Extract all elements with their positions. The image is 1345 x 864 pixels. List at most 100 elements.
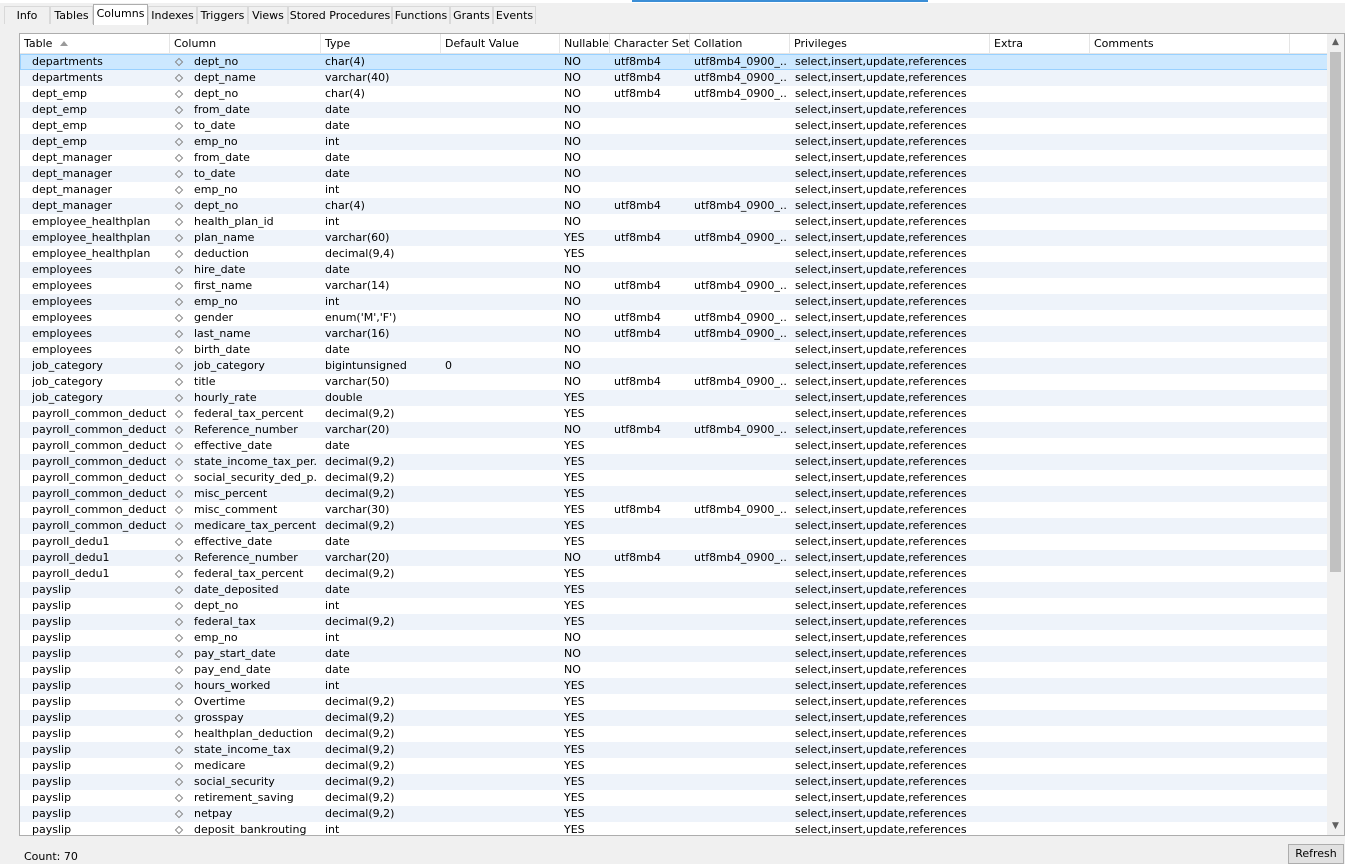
cell-collation	[694, 470, 788, 486]
cell-type: enum('M','F')	[325, 311, 397, 324]
tab-triggers[interactable]: Triggers	[197, 6, 248, 24]
table-row[interactable]: dept_manager dept_no char(4) NO utf8mb4 utf8m…	[20, 198, 1328, 214]
cell-type: decimal(9,4)	[325, 247, 395, 260]
table-row[interactable]: payroll_common_deducti... misc_percent dec…	[20, 486, 1328, 502]
table-row[interactable]: employees hire_date date NO select,insert,up…	[20, 262, 1328, 278]
table-row[interactable]: payslip medicare decimal(9,2) YES select,ins…	[20, 758, 1328, 774]
cell-collation	[694, 358, 788, 374]
table-row[interactable]: dept_emp dept_no char(4) NO utf8mb4 utf8mb4_0…	[20, 86, 1328, 102]
table-row[interactable]: employees emp_no int NO select,insert,update…	[20, 294, 1328, 310]
column-header-collation[interactable]: Collation	[690, 34, 790, 53]
column-header-column[interactable]: Column	[170, 34, 321, 53]
cell-nullable: NO	[564, 631, 581, 644]
tab-tables[interactable]: Tables	[50, 6, 93, 24]
table-row[interactable]: dept_manager emp_no int NO select,insert,upd…	[20, 182, 1328, 198]
column-diamond-icon	[174, 393, 184, 403]
cell-collation	[694, 262, 788, 278]
cell-comments	[1094, 406, 1284, 422]
table-row[interactable]: payroll_dedu1 Reference_number varchar(20)…	[20, 550, 1328, 566]
cell-comments	[1094, 86, 1284, 102]
table-row[interactable]: employees first_name varchar(14) NO utf8mb4 u…	[20, 278, 1328, 294]
table-row[interactable]: payslip grosspay decimal(9,2) YES select,ins…	[20, 710, 1328, 726]
table-row[interactable]: job_category title varchar(50) NO utf8mb4 utf…	[20, 374, 1328, 390]
table-row[interactable]: payslip deposit_bankrouting int YES select,i…	[20, 822, 1328, 835]
table-row[interactable]: payroll_common_deducti... effective_date d…	[20, 438, 1328, 454]
table-row[interactable]: job_category hourly_rate double YES select,i…	[20, 390, 1328, 406]
table-row[interactable]: departments dept_no char(4) NO utf8mb4 utf8mb…	[20, 54, 1328, 70]
cell-nullable: YES	[564, 567, 585, 580]
cell-type: decimal(9,2)	[325, 775, 395, 788]
table-row[interactable]: dept_emp emp_no int NO select,insert,update,…	[20, 134, 1328, 150]
column-header-nullable[interactable]: Nullable	[560, 34, 610, 53]
scroll-up-icon[interactable]: ▲	[1327, 34, 1344, 51]
column-header-default-value[interactable]: Default Value	[441, 34, 560, 53]
table-row[interactable]: payslip pay_end_date date NO select,insert,u…	[20, 662, 1328, 678]
cell-character-set	[614, 662, 688, 678]
table-row[interactable]: payroll_common_deducti... federal_tax_per…	[20, 406, 1328, 422]
cell-table: payslip	[32, 679, 72, 692]
cell-nullable: YES	[564, 487, 585, 500]
table-row[interactable]: dept_emp to_date date NO select,insert,updat…	[20, 118, 1328, 134]
table-row[interactable]: payslip social_security decimal(9,2) YES sel…	[20, 774, 1328, 790]
table-row[interactable]: payslip dept_no int YES select,insert,update…	[20, 598, 1328, 614]
table-row[interactable]: payslip state_income_tax decimal(9,2) YES se…	[20, 742, 1328, 758]
column-header-character-set[interactable]: Character Set	[610, 34, 690, 53]
table-row[interactable]: payslip pay_start_date date NO select,insert…	[20, 646, 1328, 662]
cell-collation	[694, 598, 788, 614]
column-header-table[interactable]: Table	[20, 34, 170, 53]
table-row[interactable]: payslip federal_tax decimal(9,2) YES select,…	[20, 614, 1328, 630]
cell-default-value	[445, 470, 555, 486]
table-row[interactable]: employee_healthplan health_plan_id int NO se…	[20, 214, 1328, 230]
cell-nullable: YES	[564, 791, 585, 804]
cell-comments	[1094, 198, 1284, 214]
cell-default-value	[445, 262, 555, 278]
table-row[interactable]: employees gender enum('M','F') NO utf8mb4 utf…	[20, 310, 1328, 326]
cell-privileges: select,insert,update,references	[795, 103, 967, 116]
cell-type: date	[325, 663, 350, 676]
vertical-scrollbar[interactable]: ▲ ▼	[1327, 34, 1344, 835]
column-header-comments[interactable]: Comments	[1090, 34, 1290, 53]
column-header-extra[interactable]: Extra	[990, 34, 1090, 53]
cell-privileges: select,insert,update,references	[795, 199, 967, 212]
table-row[interactable]: payroll_common_deducti... misc_comment var…	[20, 502, 1328, 518]
cell-character-set	[614, 342, 688, 358]
tab-columns[interactable]: Columns	[93, 4, 148, 25]
table-row[interactable]: payroll_common_deducti... medicare_tax_pe…	[20, 518, 1328, 534]
tab-info[interactable]: Info	[4, 6, 50, 24]
tab-events[interactable]: Events	[493, 6, 536, 24]
table-row[interactable]: dept_emp from_date date NO select,insert,upd…	[20, 102, 1328, 118]
table-row[interactable]: payslip hours_worked int YES select,insert,u…	[20, 678, 1328, 694]
table-row[interactable]: payroll_dedu1 federal_tax_percent decimal(…	[20, 566, 1328, 582]
table-row[interactable]: dept_manager from_date date NO select,insert…	[20, 150, 1328, 166]
scroll-down-icon[interactable]: ▼	[1327, 818, 1344, 835]
table-row[interactable]: payroll_common_deducti... Reference_numbe…	[20, 422, 1328, 438]
cell-type: decimal(9,2)	[325, 743, 395, 756]
tab-stored-procedures[interactable]: Stored Procedures	[288, 6, 392, 24]
table-row[interactable]: employees birth_date date NO select,insert,u…	[20, 342, 1328, 358]
table-row[interactable]: employees last_name varchar(16) NO utf8mb4 ut…	[20, 326, 1328, 342]
table-row[interactable]: payroll_dedu1 effective_date date YES select…	[20, 534, 1328, 550]
table-row[interactable]: payslip Overtime decimal(9,2) YES select,ins…	[20, 694, 1328, 710]
table-row[interactable]: payslip healthplan_deduction decimal(9,2) Y…	[20, 726, 1328, 742]
table-row[interactable]: payslip retirement_saving decimal(9,2) YES s…	[20, 790, 1328, 806]
table-row[interactable]: dept_manager to_date date NO select,insert,u…	[20, 166, 1328, 182]
table-row[interactable]: payslip netpay decimal(9,2) YES select,inser…	[20, 806, 1328, 822]
table-row[interactable]: departments dept_name varchar(40) NO utf8mb4…	[20, 70, 1328, 86]
tab-grants[interactable]: Grants	[450, 6, 493, 24]
scrollbar-thumb[interactable]	[1330, 52, 1341, 572]
cell-table: payroll_common_deducti...	[32, 423, 166, 436]
table-row[interactable]: job_category job_category bigintunsigned 0 N…	[20, 358, 1328, 374]
refresh-button[interactable]: Refresh	[1288, 844, 1344, 864]
cell-table: dept_emp	[32, 119, 88, 132]
column-header-privileges[interactable]: Privileges	[790, 34, 990, 53]
table-row[interactable]: payroll_common_deducti... social_security…	[20, 470, 1328, 486]
tab-indexes[interactable]: Indexes	[148, 6, 197, 24]
column-header-type[interactable]: Type	[321, 34, 441, 53]
table-row[interactable]: employee_healthplan deduction decimal(9,4)…	[20, 246, 1328, 262]
table-row[interactable]: payslip emp_no int NO select,insert,update,r…	[20, 630, 1328, 646]
table-row[interactable]: employee_healthplan plan_name varchar(60) Y…	[20, 230, 1328, 246]
tab-views[interactable]: Views	[248, 6, 288, 24]
table-row[interactable]: payroll_common_deducti... state_income_ta…	[20, 454, 1328, 470]
tab-functions[interactable]: Functions	[392, 6, 450, 24]
table-row[interactable]: payslip date_deposited date YES select,inser…	[20, 582, 1328, 598]
